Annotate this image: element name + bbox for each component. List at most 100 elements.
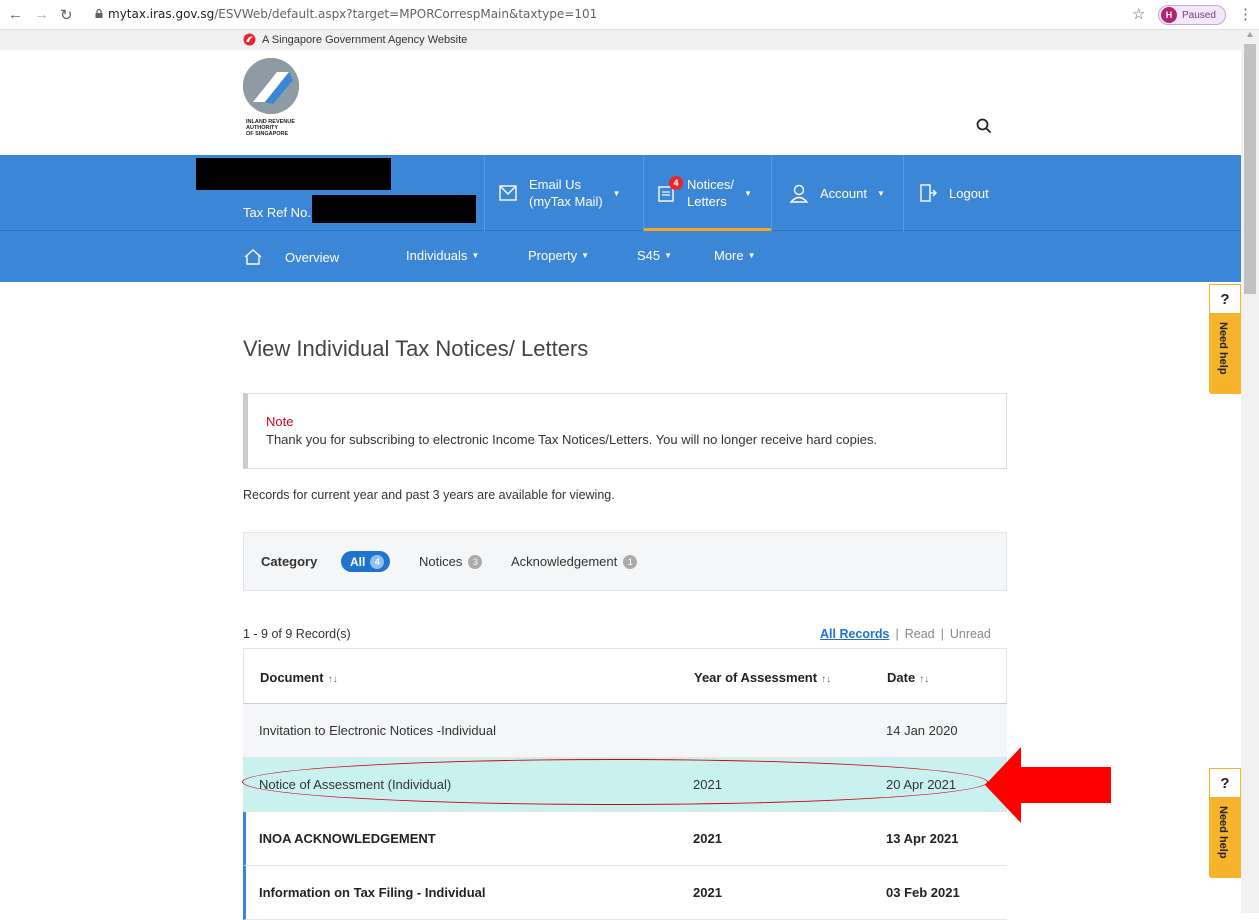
sort-icon: ↑↓ (821, 674, 832, 685)
back-icon[interactable]: ← (8, 6, 23, 23)
reload-icon[interactable]: ↻ (60, 6, 73, 24)
iras-logo[interactable]: INLAND REVENUE AUTHORITY OF SINGAPORE (243, 58, 313, 150)
user-icon (789, 184, 809, 203)
record-count: 1 - 9 of 9 Record(s) (243, 627, 351, 641)
help-question-icon: ? (1209, 768, 1241, 798)
logo-emblem-icon (243, 58, 299, 114)
cell-document[interactable]: Invitation to Electronic Notices -Indivi… (259, 723, 496, 738)
cell-year: 2021 (693, 831, 722, 846)
notices-sublabel: Letters (687, 194, 727, 209)
profile-status: Paused (1182, 9, 1216, 21)
bookmark-star-icon[interactable]: ☆ (1132, 5, 1145, 23)
search-icon[interactable] (976, 118, 992, 134)
cell-document[interactable]: INOA ACKNOWLEDGEMENT (259, 831, 436, 846)
need-help-tab[interactable]: ? Need help (1209, 768, 1241, 878)
category-all-count: 4 (370, 554, 385, 569)
page-title: View Individual Tax Notices/ Letters (243, 336, 589, 361)
logo-text: INLAND REVENUE AUTHORITY OF SINGAPORE (246, 119, 316, 137)
logout-button[interactable]: Logout (917, 155, 1002, 231)
nav-s45-label: S45 (637, 248, 661, 263)
records-availability-text: Records for current year and past 3 year… (243, 488, 615, 502)
category-notices-count: 3 (468, 554, 483, 569)
redacted-name (196, 158, 391, 190)
avatar: H (1161, 7, 1177, 23)
nav-more-label: More (714, 248, 744, 263)
read-filter: All Records | Read | Unread (820, 627, 991, 641)
header-date-label: Date (887, 670, 916, 685)
sort-icon: ↑↓ (919, 674, 930, 685)
note-body: Thank you for subscribing to electronic … (266, 432, 878, 447)
filter-all-records[interactable]: All Records (820, 627, 889, 641)
highlight-ellipse-annotation (242, 759, 988, 805)
table-row[interactable]: Information on Tax Filing - Individual 2… (243, 866, 1007, 920)
forward-icon[interactable]: → (34, 6, 49, 23)
cell-document[interactable]: Information on Tax Filing - Individual (259, 885, 486, 900)
sub-navigation: Overview Individuals ▼ Property ▼ S45 ▼ … (0, 232, 1241, 282)
home-icon (244, 249, 262, 265)
note-title: Note (266, 414, 294, 429)
filter-unread[interactable]: Unread (950, 627, 991, 641)
filter-read[interactable]: Read (905, 627, 935, 641)
nav-divider (771, 155, 772, 231)
table-row[interactable]: INOA ACKNOWLEDGEMENT 2021 13 Apr 2021 (243, 812, 1007, 866)
notices-count-badge: 4 (669, 176, 683, 190)
email-us-menu[interactable]: Email Us (myTax Mail) ▼ (497, 155, 639, 231)
notices-letters-menu[interactable]: Notices/ Letters ▼ (655, 155, 770, 231)
logout-label: Logout (949, 185, 989, 201)
profile-button[interactable]: H Paused (1158, 5, 1226, 25)
site-header: INLAND REVENUE AUTHORITY OF SINGAPORE (0, 50, 1241, 155)
chevron-down-icon: ▼ (664, 251, 673, 260)
nav-s45[interactable]: S45 ▼ (637, 248, 672, 263)
lion-head-icon (243, 33, 256, 46)
nav-property-label: Property (528, 248, 578, 263)
lock-icon (95, 9, 103, 18)
category-notices[interactable]: Notices 3 (419, 554, 483, 569)
header-year[interactable]: Year of Assessment ↑↓ (694, 670, 831, 685)
cell-date: 03 Feb 2021 (886, 885, 960, 900)
scrollbar-thumb[interactable] (1244, 44, 1256, 294)
gov-banner: A Singapore Government Agency Website (0, 30, 1241, 50)
url-path: /ESVWeb/default.aspx?target=MPORCorrespM… (214, 7, 598, 21)
email-us-label: Email Us (529, 177, 582, 192)
filter-separator: | (940, 627, 944, 641)
account-menu[interactable]: Account ▼ (788, 155, 898, 231)
help-question-icon: ? (1209, 284, 1241, 314)
email-us-sublabel: (myTax Mail) (529, 194, 603, 209)
need-help-tab[interactable]: ? Need help (1209, 284, 1241, 394)
active-tab-indicator (644, 228, 771, 231)
chevron-down-icon: ▼ (581, 251, 590, 260)
scroll-up-icon[interactable] (1247, 32, 1253, 37)
category-ack-label: Acknowledgement (511, 554, 618, 569)
need-help-label: Need help (1217, 322, 1229, 375)
account-label: Account (820, 185, 867, 201)
page-scrollbar[interactable] (1241, 30, 1259, 913)
tax-ref-label: Tax Ref No. (243, 205, 311, 220)
kebab-menu-icon[interactable]: ⋮ (1238, 5, 1253, 23)
category-notices-label: Notices (419, 554, 463, 569)
table-row[interactable]: Invitation to Electronic Notices -Indivi… (243, 704, 1007, 758)
mail-icon (499, 185, 517, 201)
main-navigation: Tax Ref No. Email Us (myTax Mail) ▼ Noti… (0, 155, 1241, 282)
nav-overview[interactable]: Overview (243, 248, 339, 266)
nav-individuals-label: Individuals (406, 248, 468, 263)
category-all-pill[interactable]: All 4 (341, 551, 391, 572)
logout-icon (920, 184, 937, 202)
cell-date: 14 Jan 2020 (886, 723, 958, 738)
address-bar[interactable]: mytax.iras.gov.sg/ESVWeb/default.aspx?ta… (108, 7, 597, 21)
need-help-label: Need help (1217, 806, 1229, 859)
nav-individuals[interactable]: Individuals ▼ (406, 248, 479, 263)
logo-emblem (243, 58, 299, 114)
note-box: Note Thank you for subscribing to electr… (243, 393, 1007, 469)
chevron-down-icon: ▼ (471, 251, 480, 260)
nav-divider (484, 155, 485, 231)
category-filter: Category All 4 Notices 3 Acknowledgement… (243, 532, 1007, 591)
cell-year: 2021 (693, 885, 722, 900)
chevron-down-icon: ▼ (876, 188, 885, 198)
header-date[interactable]: Date ↑↓ (887, 670, 929, 685)
header-document-label: Document (260, 670, 324, 685)
category-acknowledgement[interactable]: Acknowledgement 1 (511, 554, 638, 569)
nav-more[interactable]: More ▼ (714, 248, 756, 263)
header-document[interactable]: Document ↑↓ (260, 670, 338, 685)
redacted-tax-ref (312, 195, 476, 223)
nav-property[interactable]: Property ▼ (528, 248, 589, 263)
